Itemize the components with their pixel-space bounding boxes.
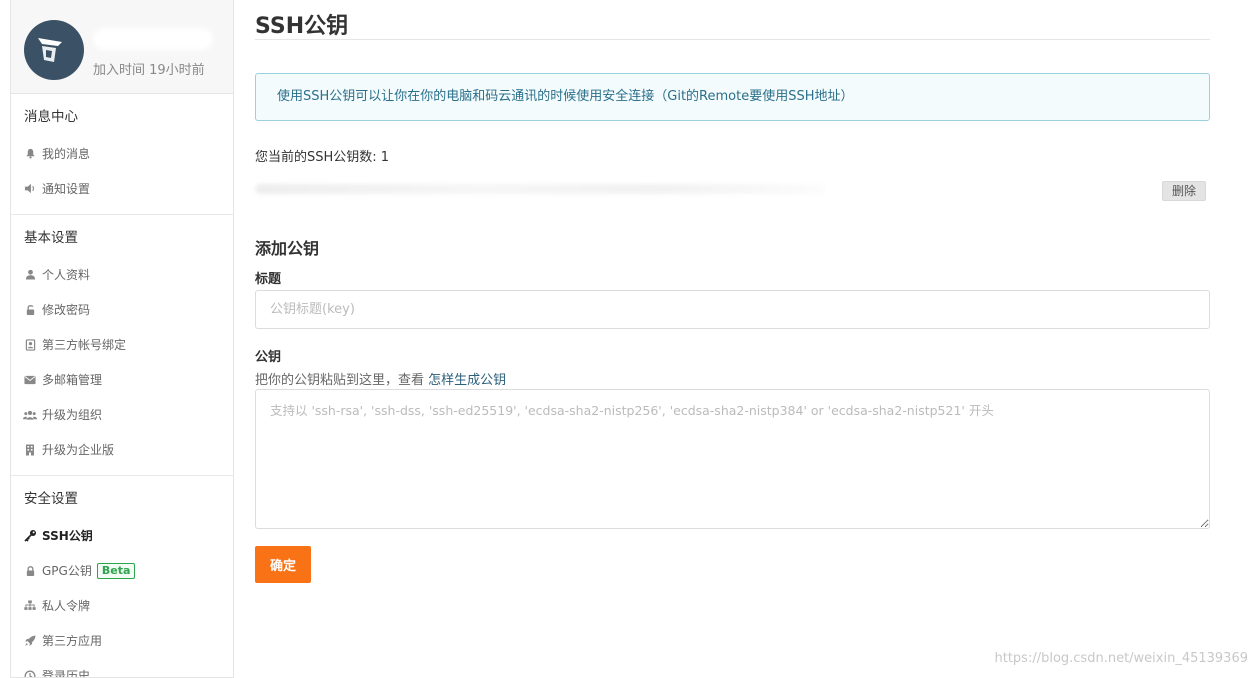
sidebar-item-label: 升级为组织 <box>42 408 103 422</box>
users-icon <box>23 408 37 422</box>
add-key-heading: 添加公钥 <box>255 239 320 258</box>
key-title-label: 标题 <box>255 272 282 287</box>
how-to-generate-key-link[interactable]: 怎样生成公钥 <box>428 373 506 388</box>
lock-icon <box>23 564 37 578</box>
avatar-logo-icon <box>38 38 62 62</box>
sidebar-item-label: 多邮箱管理 <box>42 373 103 387</box>
sidebar-item-third-party-apps[interactable]: 第三方应用 <box>11 623 233 658</box>
bell-icon <box>23 147 37 161</box>
sidebar-item-ssh-keys[interactable]: SSH公钥 <box>11 518 233 553</box>
settings-sidebar: 加入时间 19小时前 消息中心 我的消息 通知设置 基本设置 个人资料 修改密码… <box>10 0 234 678</box>
sidebar-item-login-history[interactable]: 登录历史 <box>11 658 233 678</box>
sidebar-item-third-party-binding[interactable]: 第三方帐号绑定 <box>11 327 233 362</box>
building-icon <box>23 443 37 457</box>
section-title: 安全设置 <box>24 491 78 507</box>
sidebar-item-upgrade-enterprise[interactable]: 升级为企业版 <box>11 432 233 467</box>
ssh-key-count: 您当前的SSH公钥数: 1 <box>255 150 390 165</box>
history-icon <box>23 669 37 677</box>
sidebar-item-label: 个人资料 <box>42 268 91 282</box>
key-icon <box>23 529 37 543</box>
sidebar-item-label: 第三方应用 <box>42 634 103 648</box>
public-key-hint-text: 把你的公钥粘贴到这里，查看 <box>255 373 429 388</box>
sidebar-item-label: GPG公钥 <box>42 564 92 578</box>
section-title: 基本设置 <box>24 230 78 246</box>
sidebar-item-label: 通知设置 <box>42 182 91 196</box>
contact-card-icon <box>23 338 37 352</box>
rocket-icon <box>23 634 37 648</box>
sidebar-item-upgrade-organization[interactable]: 升级为组织 <box>11 397 233 432</box>
speaker-icon <box>23 182 37 196</box>
info-alert: 使用SSH公钥可以让你在你的电脑和码云通讯的时候使用安全连接（Git的Remot… <box>255 73 1210 121</box>
sidebar-section-security: 安全设置 SSH公钥 GPG公钥 Beta 私人令牌 第三方应用 登录历史 <box>11 476 233 678</box>
delete-key-button[interactable]: 删除 <box>1162 181 1206 201</box>
sitemap-icon <box>23 599 37 613</box>
sidebar-section-messages: 消息中心 我的消息 通知设置 <box>11 94 233 215</box>
sidebar-item-gpg-keys[interactable]: GPG公钥 Beta <box>11 553 233 588</box>
title-divider <box>255 39 1210 40</box>
sidebar-item-label: 我的消息 <box>42 147 91 161</box>
user-icon <box>23 268 37 282</box>
watermark-text: https://blog.csdn.net/weixin_45139369 <box>994 651 1248 666</box>
sidebar-item-email-management[interactable]: 多邮箱管理 <box>11 362 233 397</box>
unlock-icon <box>23 303 37 317</box>
sidebar-item-label: 第三方帐号绑定 <box>42 338 127 352</box>
profile-card: 加入时间 19小时前 <box>11 0 233 94</box>
beta-badge: Beta <box>96 562 136 579</box>
sidebar-item-label: SSH公钥 <box>42 529 93 543</box>
ssh-key-row: 删除 <box>255 178 1210 204</box>
sidebar-item-change-password[interactable]: 修改密码 <box>11 292 233 327</box>
sidebar-item-personal-tokens[interactable]: 私人令牌 <box>11 588 233 623</box>
public-key-hint: 把你的公钥粘贴到这里，查看 怎样生成公钥 <box>255 369 506 388</box>
public-key-label: 公钥 <box>255 350 282 365</box>
sidebar-item-profile[interactable]: 个人资料 <box>11 257 233 292</box>
sidebar-item-label: 私人令牌 <box>42 599 91 613</box>
sidebar-item-label: 升级为企业版 <box>42 443 115 457</box>
public-key-textarea[interactable] <box>255 389 1210 529</box>
sidebar-item-label: 修改密码 <box>42 303 91 317</box>
avatar[interactable] <box>24 20 84 80</box>
sidebar-item-label: 登录历史 <box>42 669 91 678</box>
sidebar-item-notification-settings[interactable]: 通知设置 <box>11 171 233 206</box>
key-title-input[interactable] <box>255 290 1210 329</box>
page-title: SSH公钥 <box>255 14 349 39</box>
confirm-button[interactable]: 确定 <box>255 546 311 583</box>
envelope-icon <box>23 373 37 387</box>
join-time: 加入时间 19小时前 <box>93 63 205 78</box>
user-name-redacted <box>97 32 209 46</box>
section-title: 消息中心 <box>24 109 78 125</box>
sidebar-section-basic: 基本设置 个人资料 修改密码 第三方帐号绑定 多邮箱管理 升级为组织 升级为企业… <box>11 215 233 476</box>
sidebar-item-my-messages[interactable]: 我的消息 <box>11 136 233 171</box>
ssh-keys-panel: SSH公钥 使用SSH公钥可以让你在你的电脑和码云通讯的时候使用安全连接（Git… <box>255 0 1210 678</box>
ssh-key-fingerprint-redacted <box>255 184 825 194</box>
